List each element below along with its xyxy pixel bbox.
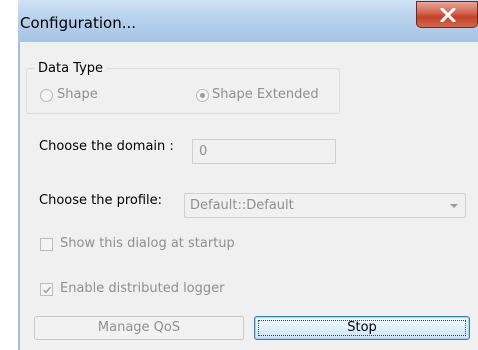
window-border xyxy=(18,42,20,350)
checkmark-icon xyxy=(42,286,52,294)
profile-dropdown[interactable]: Default::Default xyxy=(184,193,466,218)
configuration-window: Configuration... xyxy=(18,0,478,350)
show-dialog-label[interactable]: Show this dialog at startup xyxy=(60,236,235,251)
window-title: Configuration... xyxy=(20,14,137,32)
close-x-icon xyxy=(440,8,456,22)
manage-qos-button[interactable]: Manage QoS xyxy=(34,316,244,340)
radio-shape[interactable] xyxy=(40,89,53,102)
chevron-down-icon[interactable] xyxy=(450,204,458,208)
radio-shape-label[interactable]: Shape xyxy=(57,87,98,102)
radio-shape-extended-label[interactable]: Shape Extended xyxy=(212,87,319,102)
distributed-logger-checkbox[interactable] xyxy=(40,283,53,296)
data-type-legend: Data Type xyxy=(34,61,108,76)
manage-qos-label: Manage QoS xyxy=(97,320,181,335)
profile-selected-value: Default::Default xyxy=(190,198,294,213)
domain-label: Choose the domain : xyxy=(39,139,174,154)
stop-button[interactable]: Stop xyxy=(254,316,470,340)
stop-label: Stop xyxy=(347,320,377,335)
close-button[interactable] xyxy=(416,1,478,28)
title-bar[interactable]: Configuration... xyxy=(18,0,478,42)
distributed-logger-label[interactable]: Enable distributed logger xyxy=(60,281,225,296)
radio-shape-extended[interactable] xyxy=(196,89,209,102)
profile-label: Choose the profile: xyxy=(39,193,163,208)
show-dialog-checkbox[interactable] xyxy=(40,238,53,251)
domain-input[interactable]: 0 xyxy=(192,139,336,164)
